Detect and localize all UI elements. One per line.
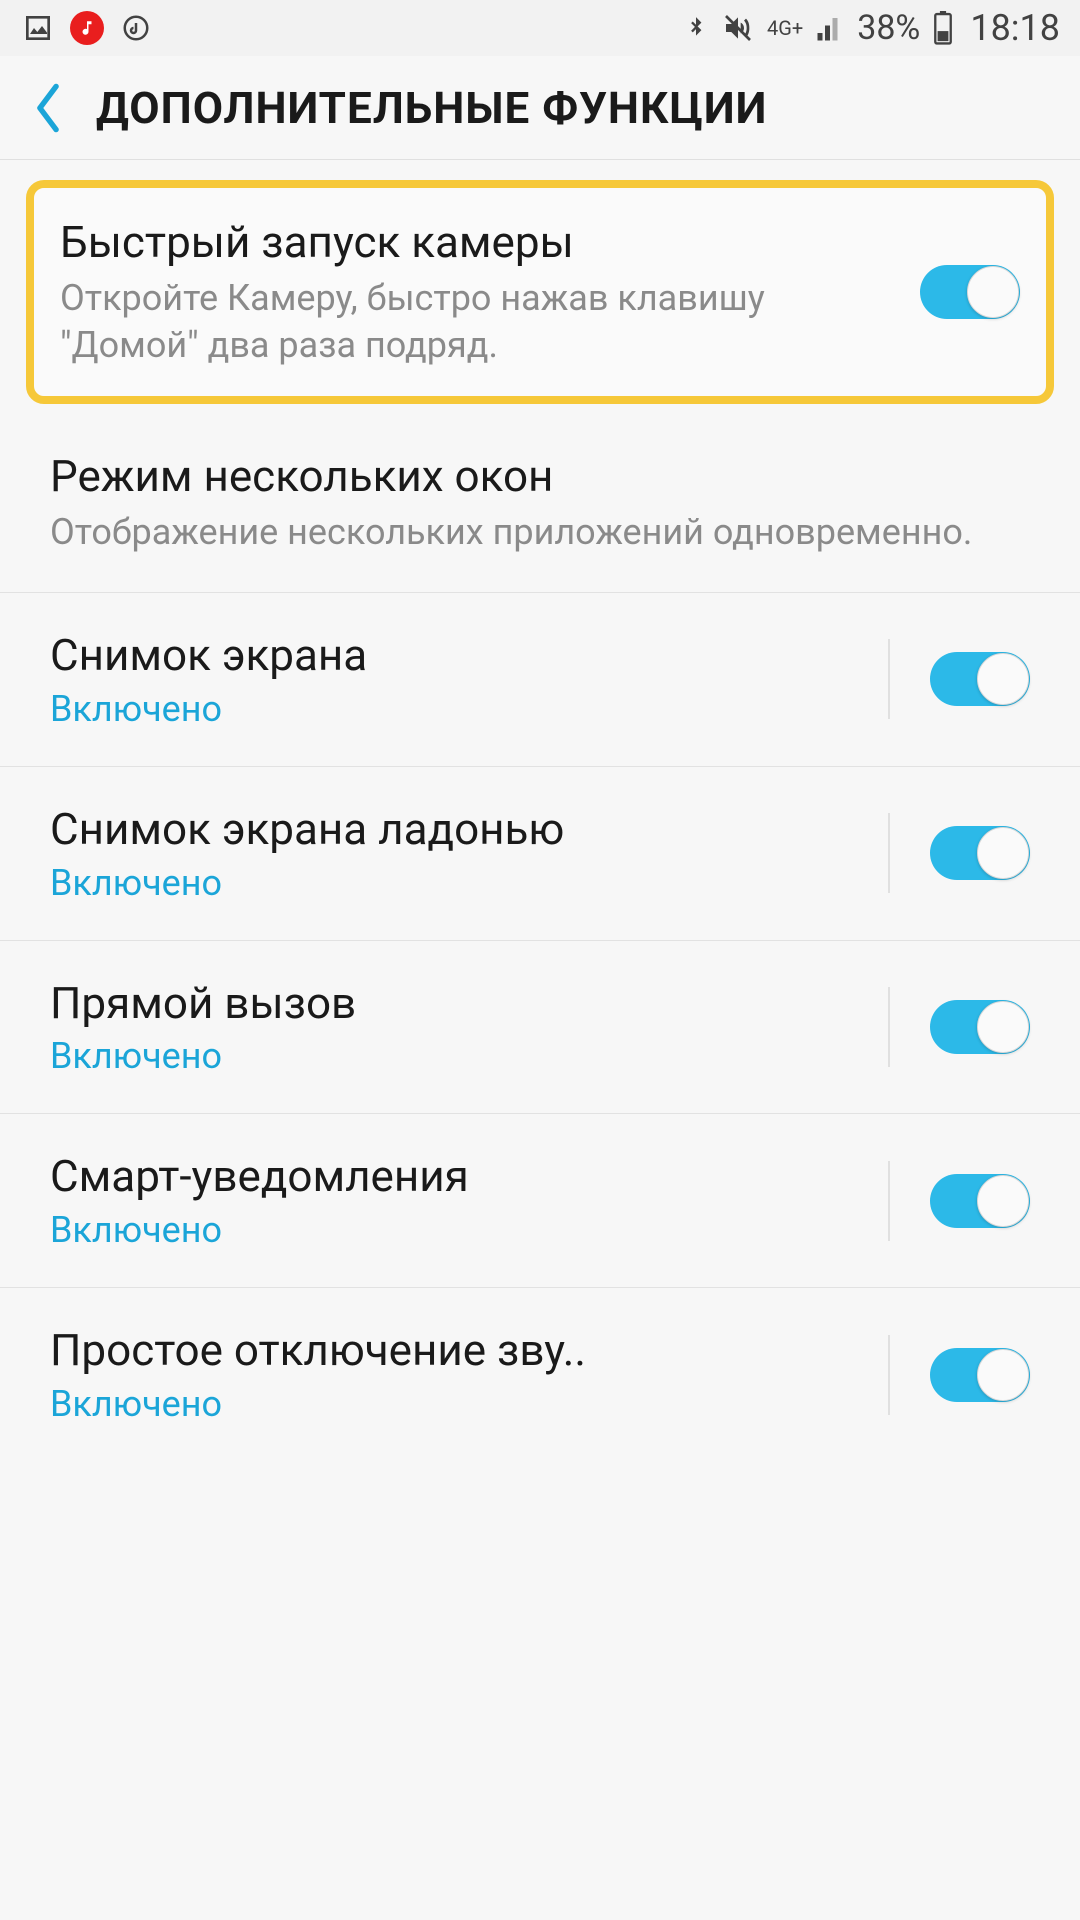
setting-quick-camera-launch[interactable]: Быстрый запуск камеры Откройте Камеру, б…	[26, 180, 1054, 404]
setting-text: Простое отключение зву.. Включено	[50, 1324, 888, 1425]
header: ДОПОЛНИТЕЛЬНЫЕ ФУНКЦИИ	[0, 56, 1080, 160]
setting-title: Режим нескольких окон	[50, 450, 1000, 503]
setting-title: Быстрый запуск камеры	[60, 216, 890, 269]
toggle-container	[888, 639, 1030, 719]
bluetooth-icon	[683, 12, 709, 44]
setting-title: Прямой вызов	[50, 977, 858, 1030]
toggle-container	[888, 1161, 1030, 1241]
battery-percent: 38%	[857, 8, 920, 48]
toggle-knob	[977, 1349, 1029, 1401]
status-left	[20, 10, 154, 46]
status-bar: 4G+ 38% 18:18	[0, 0, 1080, 56]
music-app-icon	[70, 11, 104, 45]
status-right: 4G+ 38% 18:18	[683, 7, 1060, 49]
setting-text: Снимок экрана ладонью Включено	[50, 803, 888, 904]
setting-text: Прямой вызов Включено	[50, 977, 888, 1078]
setting-screenshot[interactable]: Снимок экрана Включено	[0, 593, 1080, 767]
toggle-switch[interactable]	[930, 1348, 1030, 1402]
setting-status: Включено	[50, 688, 858, 730]
toggle-knob	[977, 827, 1029, 879]
toggle-switch[interactable]	[930, 652, 1030, 706]
gallery-icon	[20, 10, 56, 46]
vibrate-icon	[721, 12, 755, 44]
setting-status: Включено	[50, 1035, 858, 1077]
toggle-container	[888, 1335, 1030, 1415]
toggle-knob	[977, 653, 1029, 705]
clock-text: 18:18	[970, 7, 1060, 49]
setting-text: Режим нескольких окон Отображение нескол…	[50, 450, 1030, 556]
setting-title: Простое отключение зву..	[50, 1324, 858, 1377]
setting-easy-mute[interactable]: Простое отключение зву.. Включено	[0, 1288, 1080, 1461]
setting-text: Снимок экрана Включено	[50, 629, 888, 730]
chevron-left-icon	[31, 81, 65, 135]
setting-multi-window[interactable]: Режим нескольких окон Отображение нескол…	[0, 414, 1080, 593]
toggle-switch[interactable]	[930, 1174, 1030, 1228]
setting-status: Включено	[50, 1209, 858, 1251]
setting-palm-screenshot[interactable]: Снимок экрана ладонью Включено	[0, 767, 1080, 941]
setting-text: Быстрый запуск камеры Откройте Камеру, б…	[60, 216, 920, 368]
setting-text: Смарт-уведомления Включено	[50, 1150, 888, 1251]
toggle-container	[888, 813, 1030, 893]
page-title: ДОПОЛНИТЕЛЬНЫЕ ФУНКЦИИ	[96, 82, 767, 134]
setting-subtitle: Отображение нескольких приложений одновр…	[50, 509, 1000, 556]
setting-status: Включено	[50, 1383, 858, 1425]
toggle-switch[interactable]	[930, 1000, 1030, 1054]
setting-title: Смарт-уведомления	[50, 1150, 858, 1203]
settings-list: Быстрый запуск камеры Откройте Камеру, б…	[0, 180, 1080, 1461]
setting-status: Включено	[50, 862, 858, 904]
media-icon	[118, 10, 154, 46]
setting-smart-alert[interactable]: Смарт-уведомления Включено	[0, 1114, 1080, 1288]
toggle-switch[interactable]	[920, 265, 1020, 319]
setting-title: Снимок экрана ладонью	[50, 803, 858, 856]
toggle-container	[920, 252, 1020, 332]
setting-direct-call[interactable]: Прямой вызов Включено	[0, 941, 1080, 1115]
setting-title: Снимок экрана	[50, 629, 858, 682]
battery-icon	[932, 11, 954, 45]
setting-subtitle: Откройте Камеру, быстро нажав клавишу "Д…	[60, 275, 890, 369]
network-type-icon: 4G+	[767, 18, 803, 38]
toggle-knob	[977, 1175, 1029, 1227]
back-button[interactable]	[20, 80, 76, 136]
toggle-container	[888, 987, 1030, 1067]
toggle-knob	[977, 1001, 1029, 1053]
signal-icon	[815, 13, 845, 43]
toggle-switch[interactable]	[930, 826, 1030, 880]
toggle-knob	[967, 266, 1019, 318]
